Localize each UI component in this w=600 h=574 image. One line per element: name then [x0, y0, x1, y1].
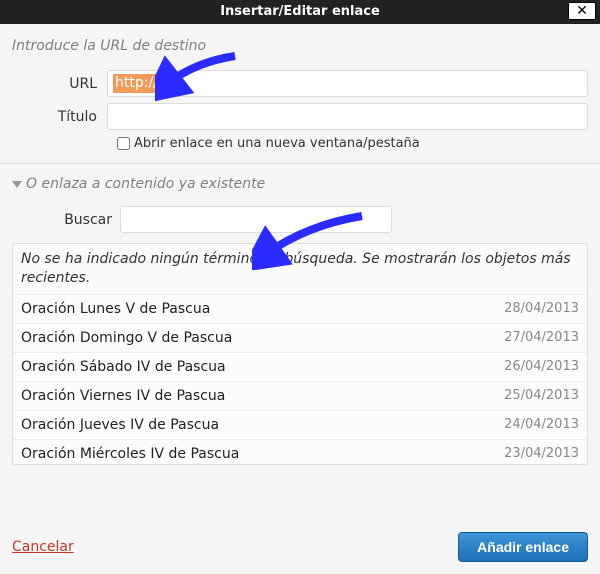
result-item[interactable]: Oración Lunes V de Pascua 28/04/2013 [13, 295, 587, 324]
result-date: 23/04/2013 [504, 446, 579, 461]
chevron-down-icon [12, 181, 22, 188]
title-row: Título [12, 103, 588, 130]
result-item[interactable]: Oración Sábado IV de Pascua 26/04/2013 [13, 353, 587, 382]
result-title: Oración Lunes V de Pascua [21, 301, 210, 317]
result-date: 25/04/2013 [504, 388, 579, 403]
title-label: Título [12, 109, 107, 125]
dialog-body: Introduce la URL de destino URL http:// … [0, 24, 600, 465]
url-input-value: http:// [113, 74, 160, 93]
results-panel: No se ha indicado ningún término de búsq… [12, 243, 588, 465]
search-input[interactable] [120, 206, 392, 233]
url-row: URL http:// [12, 70, 588, 97]
no-term-message: No se ha indicado ningún término de búsq… [13, 244, 587, 295]
result-item[interactable]: Oración Domingo V de Pascua 27/04/2013 [13, 324, 587, 353]
search-row: Buscar [12, 206, 588, 233]
dialog-titlebar: Insertar/Editar enlace ✕ [0, 0, 600, 24]
open-new-checkbox[interactable] [117, 137, 130, 150]
url-input[interactable]: http:// [107, 70, 588, 97]
result-title: Oración Viernes IV de Pascua [21, 388, 225, 404]
result-item[interactable]: Oración Miércoles IV de Pascua 23/04/2013 [13, 440, 587, 464]
divider [0, 163, 600, 164]
dialog-title: Insertar/Editar enlace [220, 4, 380, 19]
result-title: Oración Jueves IV de Pascua [21, 417, 219, 433]
result-date: 24/04/2013 [504, 417, 579, 432]
existing-toggle[interactable]: O enlaza a contenido ya existente [12, 174, 588, 204]
open-new-row: Abrir enlace en una nueva ventana/pestañ… [117, 136, 588, 151]
open-new-label: Abrir enlace en una nueva ventana/pestañ… [134, 136, 420, 151]
title-input[interactable] [107, 103, 588, 130]
existing-heading: O enlaza a contenido ya existente [26, 176, 265, 192]
result-date: 28/04/2013 [504, 301, 579, 316]
result-date: 27/04/2013 [504, 330, 579, 345]
submit-button[interactable]: Añadir enlace [458, 532, 588, 562]
dest-heading: Introduce la URL de destino [12, 34, 588, 64]
results-scroll[interactable]: No se ha indicado ningún término de búsq… [13, 244, 587, 464]
result-item[interactable]: Oración Viernes IV de Pascua 25/04/2013 [13, 382, 587, 411]
result-item[interactable]: Oración Jueves IV de Pascua 24/04/2013 [13, 411, 587, 440]
result-title: Oración Sábado IV de Pascua [21, 359, 226, 375]
result-title: Oración Domingo V de Pascua [21, 330, 232, 346]
search-label: Buscar [12, 212, 120, 228]
result-title: Oración Miércoles IV de Pascua [21, 446, 239, 462]
url-label: URL [12, 76, 107, 92]
cancel-link[interactable]: Cancelar [12, 539, 74, 555]
result-date: 26/04/2013 [504, 359, 579, 374]
dialog-footer: Cancelar Añadir enlace [0, 522, 600, 574]
close-button[interactable]: ✕ [568, 2, 596, 20]
